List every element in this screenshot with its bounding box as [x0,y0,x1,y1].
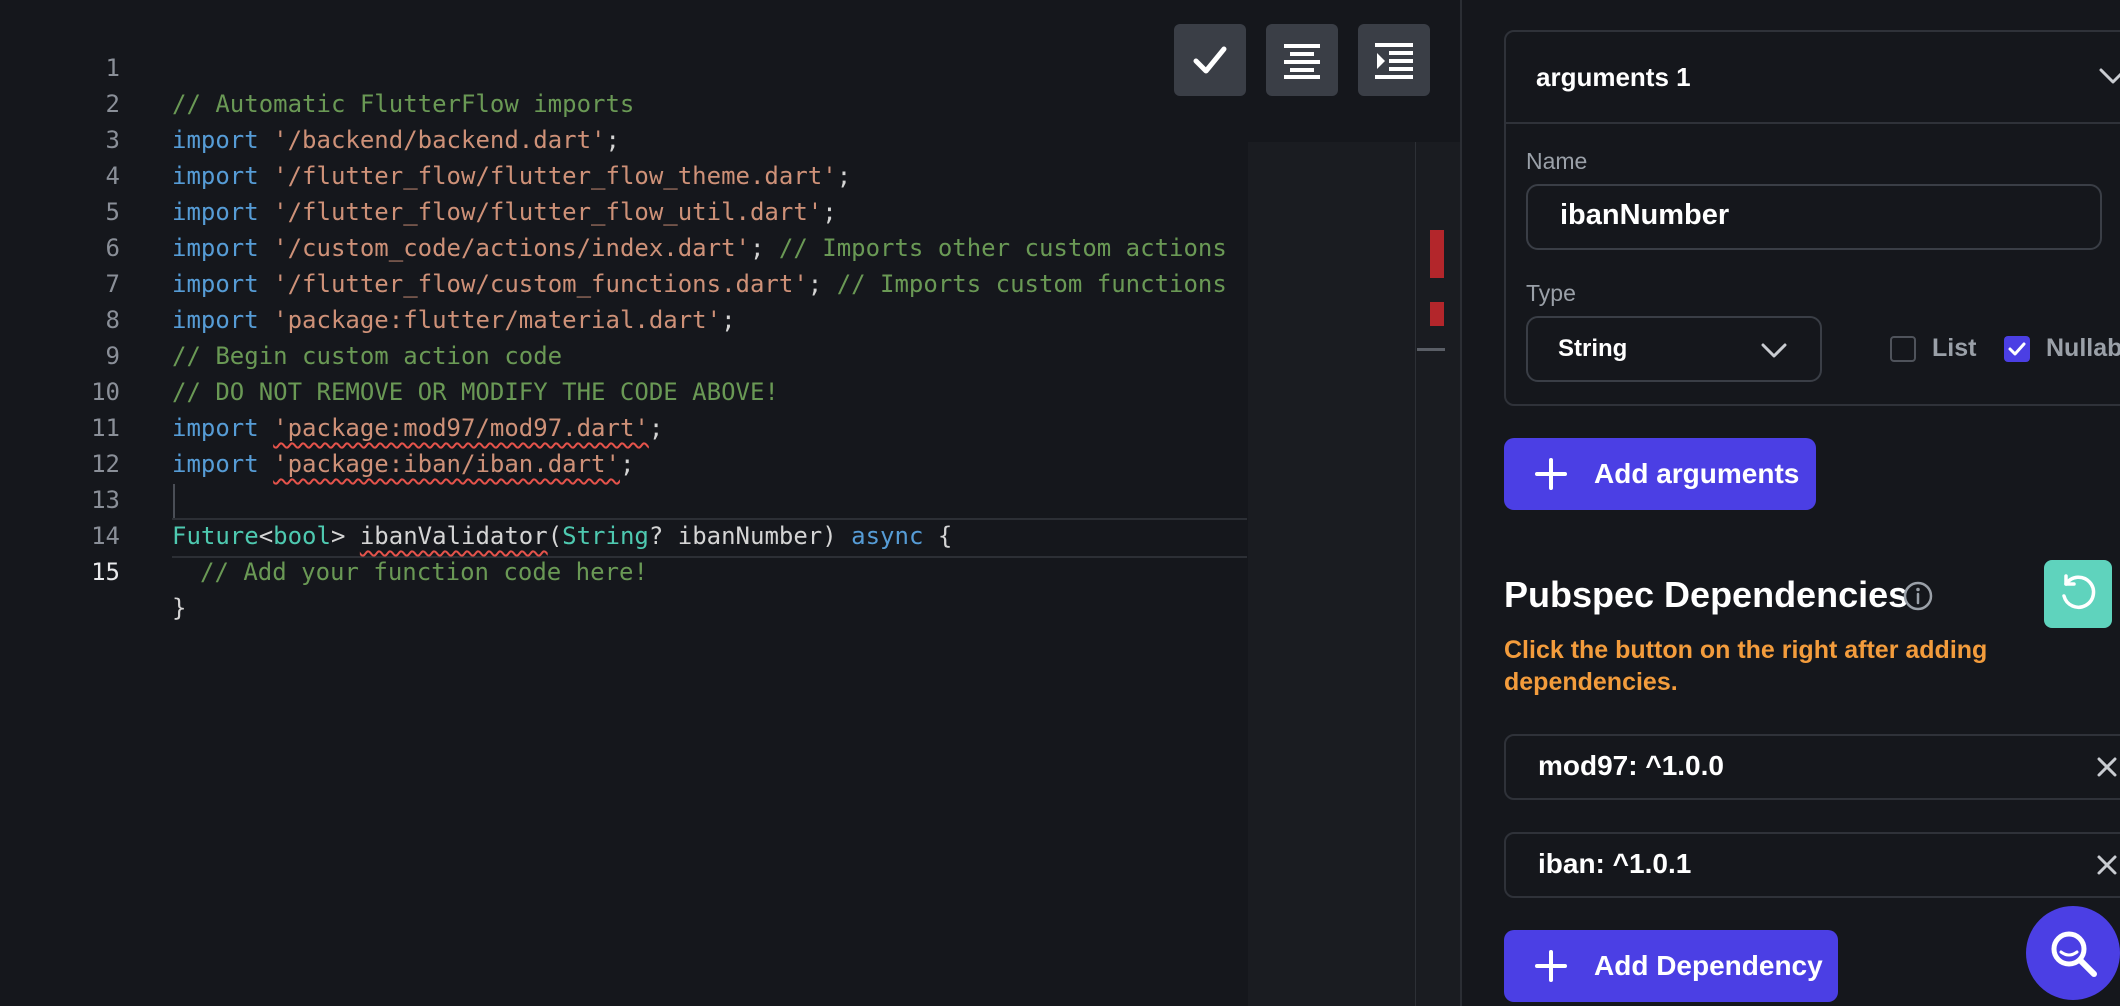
dependency-item[interactable]: mod97: ^1.0.0 [1504,734,2120,800]
dependency-label: mod97: ^1.0.0 [1538,750,1724,781]
nullable-checkbox[interactable] [2004,336,2030,362]
overview-ruler [1415,142,1416,1006]
code-line[interactable]: 3 import '/flutter_flow/flutter_flow_the… [0,86,1250,190]
name-label: Name [1526,148,1588,174]
format-code-button[interactable] [1266,24,1338,96]
argument-title: arguments 1 [1536,62,1691,92]
indent-code-button[interactable] [1358,24,1430,96]
code-line[interactable]: 10 import 'package:mod97/mod97.dart'; [0,338,1250,442]
plus-icon [1535,950,1567,982]
argument-name-input[interactable]: ibanNumber [1526,184,2102,250]
chevron-down-icon[interactable] [2098,66,2120,86]
argument-card: arguments 1 Name ibanNumber Type String … [1504,30,2120,406]
code-line[interactable]: 12 [0,410,1250,478]
check-icon [2008,342,2026,356]
align-center-icon [1284,44,1320,79]
add-dependency-label: Add Dependency [1594,950,1823,981]
argument-card-header[interactable]: arguments 1 [1506,32,2120,124]
plus-icon [1535,458,1567,490]
error-marker [1430,230,1444,278]
punctuation: } [172,594,187,622]
dependency-label: iban: ^1.0.1 [1538,848,1692,879]
code-line[interactable]: 2 import '/backend/backend.dart'; [0,50,1250,154]
list-label: List [1932,334,1977,362]
code-line[interactable]: 7 import 'package:flutter/material.dart'… [0,230,1250,334]
type-label: Type [1526,280,1576,306]
pubspec-hint: Click the button on the right after addi… [1504,636,1988,696]
code-line[interactable]: 5 import '/custom_code/actions/index.dar… [0,158,1250,262]
code-editor[interactable]: 1 // Automatic FlutterFlow imports 2 imp… [0,0,1460,1006]
code-line[interactable]: 4 import '/flutter_flow/flutter_flow_uti… [0,122,1250,226]
add-arguments-button[interactable]: Add arguments [1504,438,1816,510]
add-dependency-button[interactable]: Add Dependency [1504,930,1838,1002]
code-line[interactable]: 13 Future<bool> ibanValidator(String? ib… [0,446,1250,550]
save-code-button[interactable] [1174,24,1246,96]
check-icon [1193,46,1227,74]
comment: // Add your function code here! [200,558,648,586]
dependency-item[interactable]: iban: ^1.0.1 [1504,832,2120,898]
type-dropdown[interactable]: String [1526,316,1822,382]
code-line[interactable]: 11 import 'package:iban/iban.dart'; [0,374,1250,478]
line-number: 15 [91,558,120,586]
close-icon[interactable] [2094,852,2120,878]
search-icon [2051,931,2097,977]
add-arguments-label: Add arguments [1594,458,1800,489]
error-marker [1430,302,1444,326]
argument-name-value: ibanNumber [1560,199,1730,231]
code-line[interactable]: 6 import '/flutter_flow/custom_functions… [0,194,1250,298]
refresh-icon [2062,574,2096,609]
code-line[interactable]: 8 // Begin custom action code [0,266,1250,370]
refresh-dependencies-button[interactable] [2044,560,2112,628]
close-icon[interactable] [2094,754,2120,780]
indent-icon [1375,43,1413,79]
pubspec-title: Pubspec Dependencies [1504,574,1909,615]
search-help-button[interactable] [2026,906,2120,1000]
code-line[interactable]: 1 // Automatic FlutterFlow imports [0,14,1250,118]
type-dropdown-value: String [1558,335,1628,362]
code-line[interactable]: 14 // Add your function code here! [0,482,1250,586]
settings-panel: arguments 1 Name ibanNumber Type String … [1460,0,2120,1006]
chevron-down-icon [1761,343,1787,358]
info-icon[interactable] [1902,580,1934,612]
code-line[interactable]: 15 } [0,518,1250,622]
list-checkbox[interactable] [1890,336,1916,362]
code-line[interactable]: 9 // DO NOT REMOVE OR MODIFY THE CODE AB… [0,302,1250,406]
nullable-label: Nullable [2046,334,2120,362]
scroll-position-marker [1417,348,1445,351]
editor-overview-area [1248,142,1460,1006]
